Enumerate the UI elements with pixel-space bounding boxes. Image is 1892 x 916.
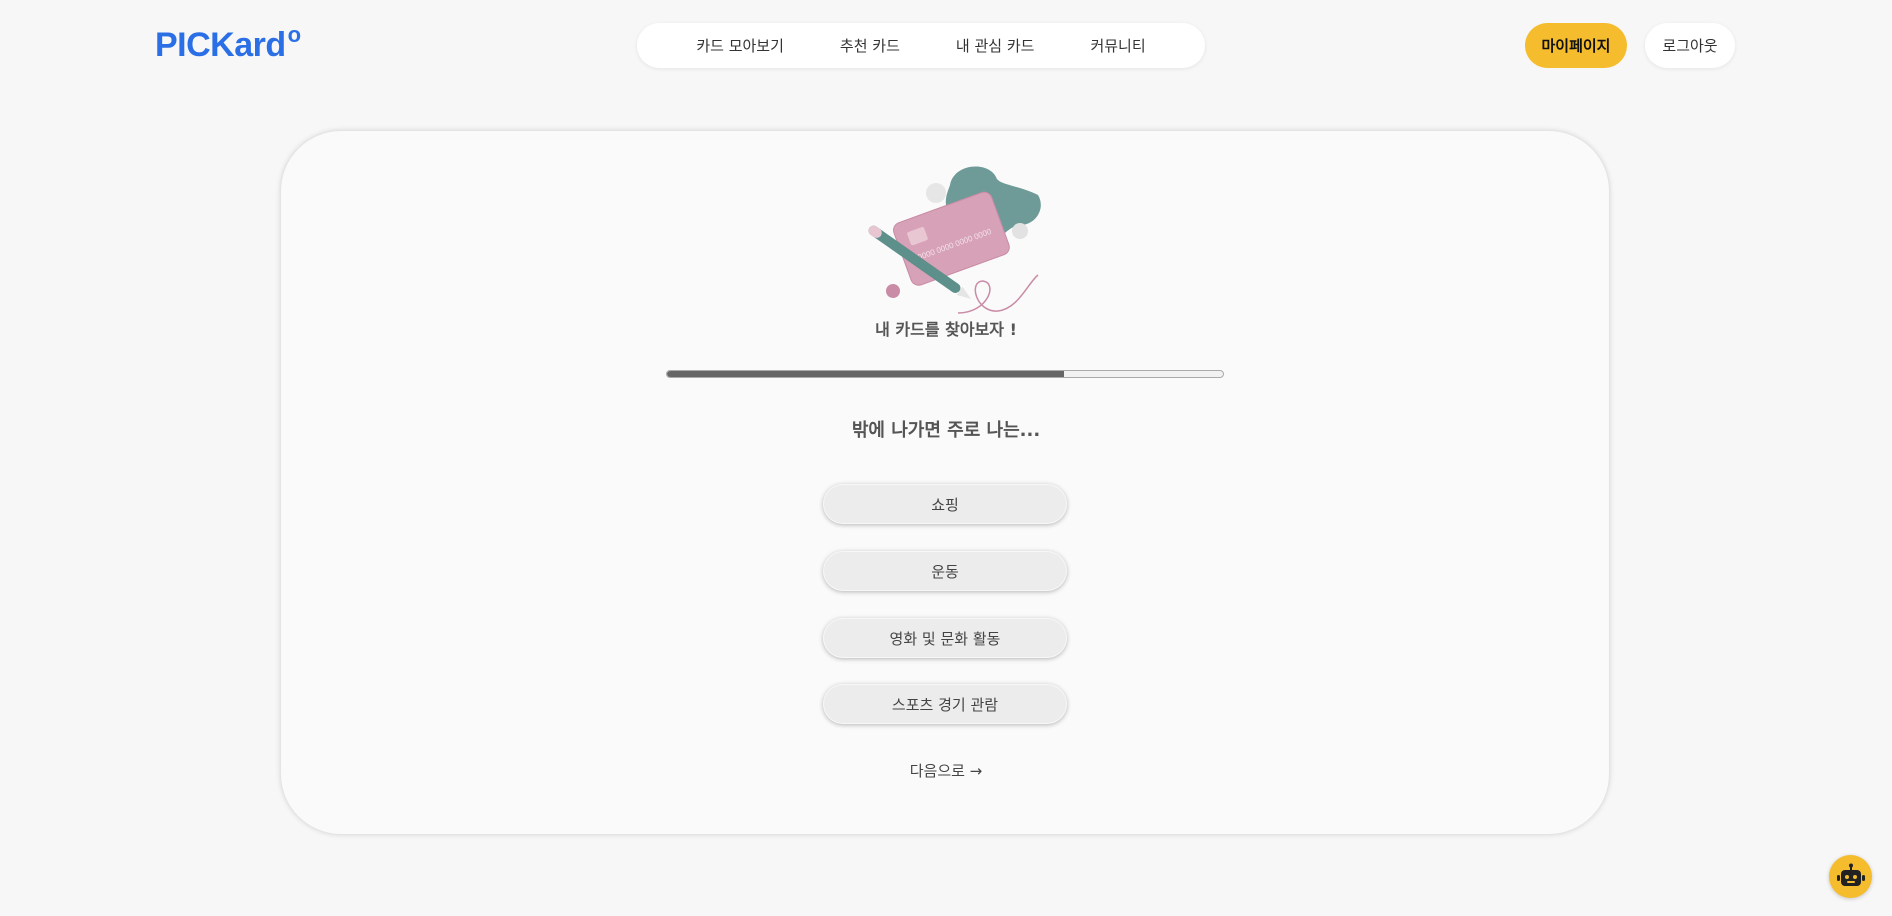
quiz-progress-bar: [666, 370, 1224, 378]
next-link-wrapper: 다음으로 →: [0, 760, 1892, 781]
logo-text: PICKard: [155, 26, 286, 64]
quiz-question: 밖에 나가면 주로 나는...: [851, 420, 1041, 441]
quiz-title: 내 카드를 찾아보자 !: [875, 320, 1017, 339]
progress-fill: [667, 371, 1064, 377]
nav-community[interactable]: 커뮤니티: [1062, 35, 1173, 56]
next-button[interactable]: 다음으로 →: [910, 762, 983, 780]
logo[interactable]: PICKardo: [155, 22, 301, 65]
main-nav: 카드 모아보기 추천 카드 내 관심 카드 커뮤니티: [637, 23, 1205, 68]
option-sports-watching[interactable]: 스포츠 경기 관람: [823, 684, 1067, 724]
option-movie-culture[interactable]: 영화 및 문화 활동: [823, 618, 1067, 658]
logout-button[interactable]: 로그아웃: [1645, 23, 1735, 68]
mypage-button[interactable]: 마이페이지: [1525, 23, 1627, 68]
header: PICKardo 카드 모아보기 추천 카드 내 관심 카드 커뮤니티 마이페이…: [0, 0, 1892, 92]
option-exercise[interactable]: 운동: [823, 551, 1067, 591]
nav-recommended-cards[interactable]: 추천 카드: [812, 35, 928, 56]
option-shopping[interactable]: 쇼핑: [823, 484, 1067, 524]
robot-icon: [1836, 863, 1865, 886]
card-illustration: 0000 0000 0000 0000: [868, 166, 1041, 314]
logo-mark: o: [287, 22, 301, 47]
nav-card-collection[interactable]: 카드 모아보기: [668, 35, 812, 56]
nav-my-favorite-cards[interactable]: 내 관심 카드: [928, 35, 1063, 56]
chatbot-button[interactable]: [1829, 855, 1872, 898]
